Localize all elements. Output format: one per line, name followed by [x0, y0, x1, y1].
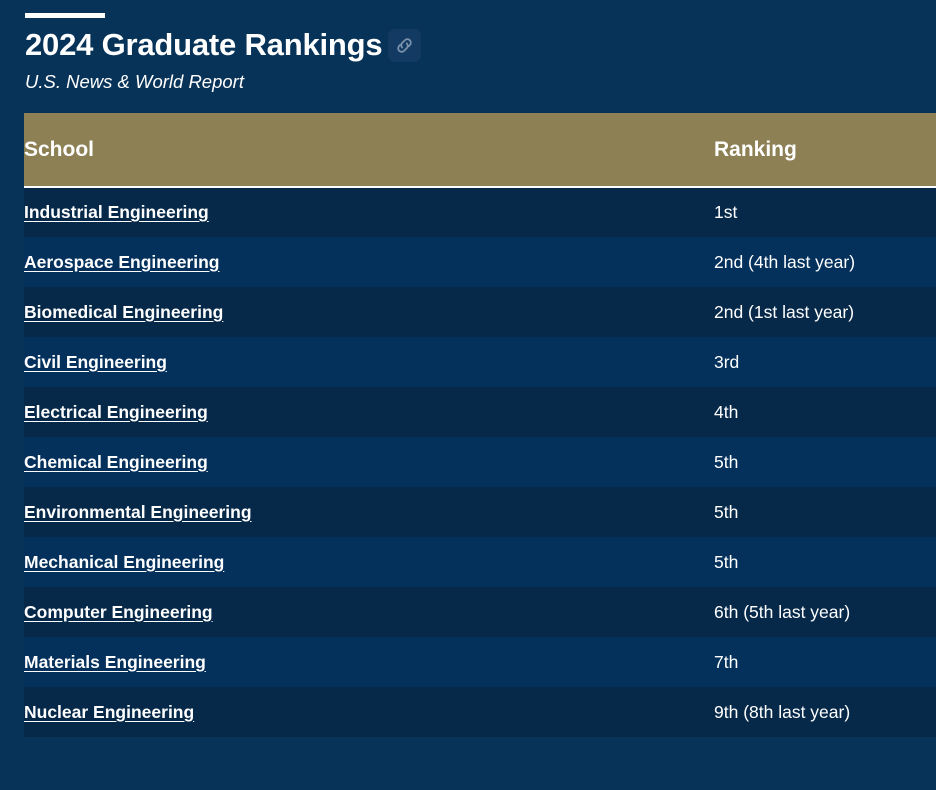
school-cell: Aerospace Engineering — [24, 237, 714, 287]
ranking-cell: 2nd (4th last year) — [714, 237, 936, 287]
ranking-cell: 5th — [714, 487, 936, 537]
link-icon[interactable] — [388, 29, 422, 62]
ranking-cell: 9th (8th last year) — [714, 687, 936, 737]
ranking-cell: 6th (5th last year) — [714, 587, 936, 637]
table-row: Biomedical Engineering 2nd (1st last year… — [24, 287, 936, 338]
table-row: Environmental Engineering 5th — [24, 487, 936, 538]
table-row: Electrical Engineering 4th — [24, 387, 936, 438]
ranking-cell: 5th — [714, 537, 936, 587]
school-cell: Industrial Engineering — [24, 187, 714, 237]
ranking-value: 5th — [714, 451, 739, 472]
ranking-cell: 7th — [714, 637, 936, 687]
rankings-table: School Ranking Industrial Engineering 1st… — [24, 113, 936, 738]
table-header: School Ranking — [24, 113, 936, 189]
column-header-ranking: Ranking — [714, 113, 936, 189]
school-cell: Nuclear Engineering — [24, 687, 714, 737]
school-cell: Chemical Engineering — [24, 437, 714, 487]
table-row: Civil Engineering 3rd — [24, 337, 936, 388]
table-row: Mechanical Engineering 5th — [24, 537, 936, 588]
rankings-table-container: School Ranking Industrial Engineering 1st… — [0, 113, 936, 738]
page-header: 2024 Graduate Rankings U.S. News & World… — [0, 13, 936, 93]
ranking-value: 2nd (1st last year) — [714, 301, 855, 322]
school-link[interactable]: Materials Engineering — [24, 652, 206, 672]
ranking-cell: 5th — [714, 437, 936, 487]
table-body: Industrial Engineering 1st Aerospace Engin… — [24, 187, 936, 738]
school-link[interactable]: Biomedical Engineering — [24, 302, 223, 322]
school-link[interactable]: Environmental Engineering — [24, 502, 252, 522]
school-link[interactable]: Industrial Engineering — [24, 202, 209, 222]
school-cell: Computer Engineering — [24, 587, 714, 637]
rankings-page: 2024 Graduate Rankings U.S. News & World… — [0, 13, 936, 790]
school-cell: Civil Engineering — [24, 337, 714, 387]
ranking-value: 9th (8th last year) — [714, 701, 851, 722]
page-subtitle: U.S. News & World Report — [25, 71, 244, 92]
ranking-value: 5th — [714, 501, 739, 522]
title-row: 2024 Graduate Rankings — [25, 29, 936, 62]
table-row: Materials Engineering 7th — [24, 637, 936, 688]
school-link[interactable]: Computer Engineering — [24, 602, 213, 622]
school-cell: Biomedical Engineering — [24, 287, 714, 337]
ranking-value: 1st — [714, 202, 738, 223]
table-header-row: School Ranking — [24, 113, 936, 189]
page-title: 2024 Graduate Rankings — [25, 27, 383, 63]
school-cell: Materials Engineering — [24, 637, 714, 687]
school-link[interactable]: Mechanical Engineering — [24, 552, 224, 572]
school-cell: Mechanical Engineering — [24, 537, 714, 587]
school-link[interactable]: Chemical Engineering — [24, 452, 208, 472]
school-link[interactable]: Electrical Engineering — [24, 402, 208, 422]
ranking-value: 6th (5th last year) — [714, 601, 851, 622]
table-row: Aerospace Engineering 2nd (4th last year) — [24, 237, 936, 288]
ranking-value: 7th — [714, 651, 739, 672]
school-link[interactable]: Civil Engineering — [24, 352, 167, 372]
ranking-cell: 3rd — [714, 337, 936, 387]
accent-rule — [25, 13, 105, 18]
school-cell: Electrical Engineering — [24, 387, 714, 437]
school-link[interactable]: Nuclear Engineering — [24, 702, 194, 722]
ranking-cell: 2nd (1st last year) — [714, 287, 936, 337]
table-row: Industrial Engineering 1st — [24, 187, 936, 238]
ranking-cell: 1st — [714, 187, 936, 237]
ranking-value: 3rd — [714, 351, 740, 372]
column-header-school: School — [24, 113, 714, 189]
ranking-value: 5th — [714, 551, 739, 572]
ranking-cell: 4th — [714, 387, 936, 437]
table-row: Computer Engineering 6th (5th last year) — [24, 587, 936, 638]
ranking-value: 4th — [714, 401, 739, 422]
school-cell: Environmental Engineering — [24, 487, 714, 537]
ranking-value: 2nd (4th last year) — [714, 251, 856, 272]
table-row: Chemical Engineering 5th — [24, 437, 936, 488]
table-row: Nuclear Engineering 9th (8th last year) — [24, 687, 936, 738]
school-link[interactable]: Aerospace Engineering — [24, 252, 219, 272]
